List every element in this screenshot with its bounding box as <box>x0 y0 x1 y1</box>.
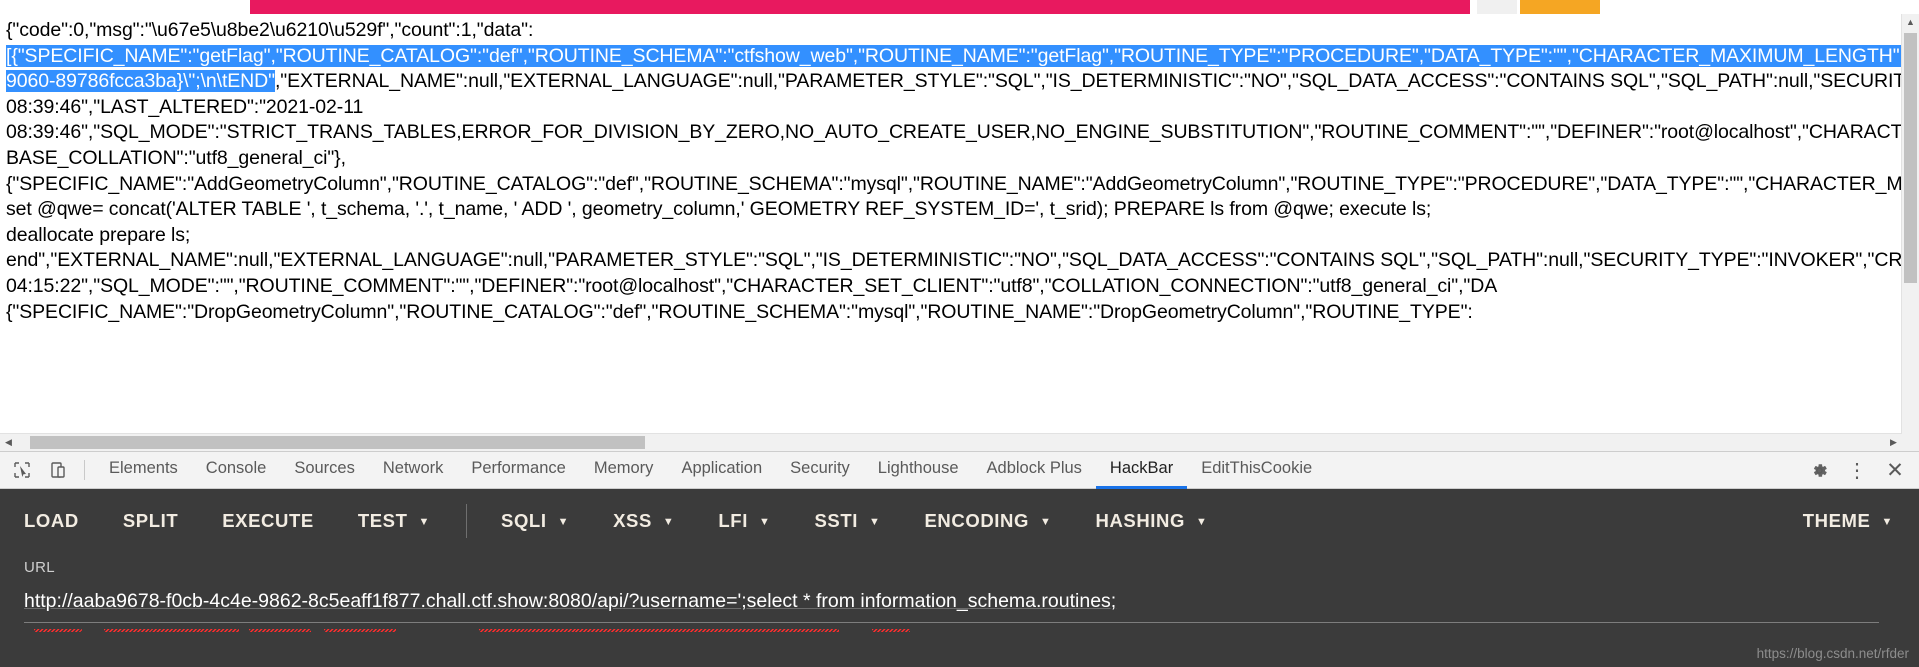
hackbar-button-label: SQLI <box>501 510 547 531</box>
hackbar-toolbar: LOAD SPLIT EXECUTE TEST ▼ SQLI ▼ XSS ▼ LFI ▼ SSTI ▼ E… <box>0 489 1919 553</box>
json-text-segment: {"code":0,"msg":"\u67e5\u8be2\u6210\u529… <box>6 19 534 41</box>
tab-performance[interactable]: Performance <box>457 451 579 489</box>
devtools-tab-bar: Elements Console Sources Network Performance… <box>0 451 1919 489</box>
chevron-down-icon: ▼ <box>418 515 430 528</box>
hackbar-test-button[interactable]: TEST ▼ <box>358 510 430 532</box>
gear-icon[interactable] <box>1807 458 1831 482</box>
hackbar-theme-button[interactable]: THEME ▼ <box>1803 510 1893 532</box>
toolbar-divider <box>84 460 85 480</box>
chevron-down-icon: ▼ <box>557 515 570 528</box>
tab-console[interactable]: Console <box>192 451 281 489</box>
hackbar-encoding-button[interactable]: ENCODING ▼ <box>924 510 1051 532</box>
chevron-down-icon: ▼ <box>1039 515 1052 528</box>
tab-adblock-plus[interactable]: Adblock Plus <box>973 451 1096 489</box>
tab-lighthouse[interactable]: Lighthouse <box>864 451 973 489</box>
grey-banner-remnant <box>1477 0 1517 14</box>
hackbar-split-button[interactable]: SPLIT <box>123 510 178 532</box>
scroll-right-arrow-icon[interactable]: ▶ <box>1885 434 1902 451</box>
browser-window: {"code":0,"msg":"\u67e5\u8be2\u6210\u529… <box>0 0 1919 667</box>
scroll-up-arrow-icon[interactable]: ▲ <box>1902 14 1919 31</box>
json-response-text[interactable]: {"code":0,"msg":"\u67e5\u8be2\u6210\u529… <box>6 18 1919 325</box>
chevron-down-icon: ▼ <box>868 515 881 528</box>
hackbar-hashing-button[interactable]: HASHING ▼ <box>1095 510 1207 532</box>
hackbar-lfi-button[interactable]: LFI ▼ <box>718 510 770 532</box>
tab-elements[interactable]: Elements <box>95 451 192 489</box>
url-label: URL <box>24 559 55 576</box>
json-response-pane[interactable]: {"code":0,"msg":"\u67e5\u8be2\u6210\u529… <box>0 14 1919 451</box>
hackbar-button-label: LFI <box>718 510 748 531</box>
vertical-scrollbar[interactable]: ▲ ▼ <box>1901 14 1919 451</box>
orange-banner-remnant <box>1520 0 1600 14</box>
hackbar-panel: LOAD SPLIT EXECUTE TEST ▼ SQLI ▼ XSS ▼ LFI ▼ SSTI ▼ E… <box>0 489 1919 667</box>
scroll-left-arrow-icon[interactable]: ◀ <box>0 434 17 451</box>
hackbar-button-label: ENCODING <box>924 510 1029 531</box>
hackbar-url-section: URL <box>0 553 1919 632</box>
horizontal-scrollbar-thumb[interactable] <box>30 436 645 449</box>
hackbar-button-label: SPLIT <box>122 510 179 531</box>
url-input[interactable] <box>24 590 1879 623</box>
inspect-element-icon[interactable] <box>8 456 36 484</box>
hackbar-toolbar-divider <box>466 504 467 538</box>
devtools-tabs-list: Elements Console Sources Network Performance… <box>95 451 1326 489</box>
spellcheck-squiggles <box>24 629 1224 635</box>
tab-network[interactable]: Network <box>369 451 458 489</box>
hackbar-sqli-button[interactable]: SQLI ▼ <box>501 510 569 532</box>
chevron-down-icon: ▼ <box>662 515 675 528</box>
hackbar-load-button[interactable]: LOAD <box>24 510 79 532</box>
hackbar-execute-button[interactable]: EXECUTE <box>222 510 314 532</box>
hackbar-button-label: HASHING <box>1095 510 1185 531</box>
devtools-tabbar-right-controls: ⋮ ✕ <box>1807 458 1919 482</box>
tab-security[interactable]: Security <box>776 451 864 489</box>
hackbar-button-label: XSS <box>613 510 652 531</box>
tab-memory[interactable]: Memory <box>580 451 668 489</box>
scrollbar-corner <box>1902 434 1919 451</box>
tab-editthiscookie[interactable]: EditThisCookie <box>1187 451 1326 489</box>
hackbar-button-label: LOAD <box>24 510 79 531</box>
vertical-scrollbar-thumb[interactable] <box>1904 33 1917 283</box>
device-toolbar-icon[interactable] <box>44 456 72 484</box>
hackbar-button-label: EXECUTE <box>222 510 314 531</box>
horizontal-scrollbar[interactable]: ◀ ▶ <box>0 433 1902 451</box>
more-options-icon[interactable]: ⋮ <box>1845 458 1869 482</box>
hackbar-theme-label: THEME <box>1802 510 1871 531</box>
json-text-segment: ,"EXTERNAL_NAME":null,"EXTERNAL_LANGUAGE… <box>6 70 1919 323</box>
chevron-down-icon: ▼ <box>1881 515 1893 528</box>
hackbar-xss-button[interactable]: XSS ▼ <box>613 510 674 532</box>
close-icon[interactable]: ✕ <box>1883 458 1907 482</box>
watermark-text: https://blog.csdn.net/rfder <box>1756 646 1909 661</box>
tab-sources[interactable]: Sources <box>280 451 369 489</box>
hackbar-button-label: TEST <box>357 510 408 531</box>
pink-banner-remnant <box>250 0 1470 14</box>
chevron-down-icon: ▼ <box>1196 515 1208 528</box>
hackbar-button-label: SSTI <box>814 510 858 531</box>
chevron-down-icon: ▼ <box>758 515 771 528</box>
tab-application[interactable]: Application <box>667 451 776 489</box>
tab-hackbar[interactable]: HackBar <box>1095 451 1188 489</box>
hackbar-ssti-button[interactable]: SSTI ▼ <box>814 510 880 532</box>
